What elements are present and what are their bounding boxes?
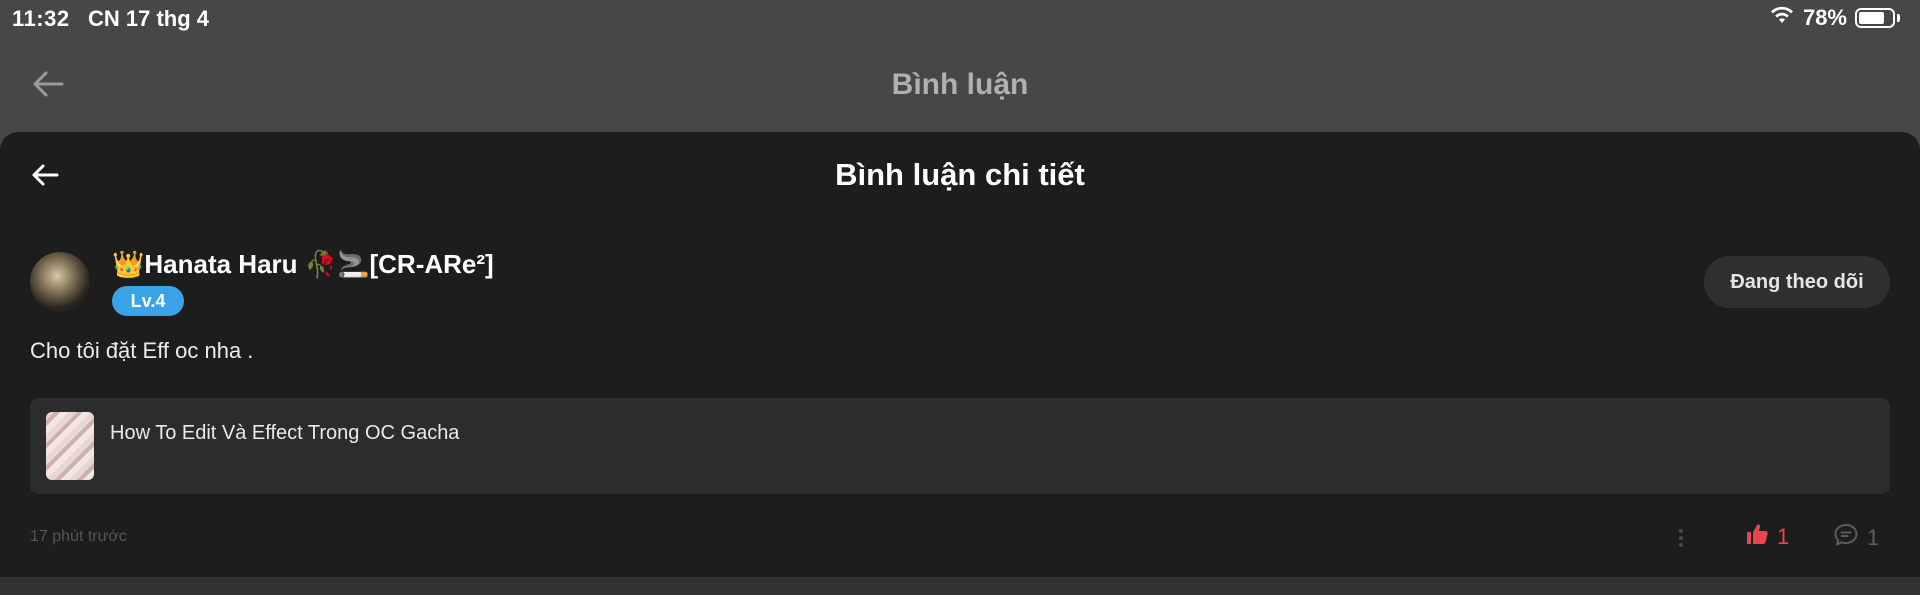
page-title: Bình luận	[891, 68, 1029, 101]
post-thumbnail	[46, 412, 94, 480]
level-badge: Lv.4	[112, 286, 184, 316]
screen: 11:32 CN 17 thg 4 78% Bình luận Bình luậ…	[0, 0, 1920, 595]
battery-icon	[1855, 8, 1895, 28]
timestamp: 17 phút trước	[30, 528, 127, 545]
comment-text: Cho tôi đặt Eff oc nha .	[30, 338, 254, 363]
battery-tip	[1897, 14, 1900, 22]
battery-percent: 78%	[1802, 5, 1847, 30]
author-name[interactable]: 👑Hanata Haru 🥀🚬[CR-ARe²]	[112, 249, 494, 280]
comment-icon	[1833, 522, 1859, 554]
comment-detail-sheet: Bình luận chi tiết 👑Hanata Haru 🥀🚬[CR-AR…	[0, 132, 1920, 577]
like-count: 1	[1777, 524, 1790, 549]
sheet-title: Bình luận chi tiết	[835, 157, 1085, 192]
like-button[interactable]: 1	[1745, 522, 1789, 552]
more-options-icon[interactable]	[1668, 520, 1694, 556]
wifi-icon	[1769, 5, 1795, 31]
thumbs-up-icon	[1745, 522, 1769, 552]
avatar[interactable]	[30, 252, 90, 312]
background-header: Bình luận	[0, 38, 1920, 132]
status-bar: 11:32 CN 17 thg 4 78%	[0, 0, 1920, 38]
battery-fill	[1859, 12, 1884, 24]
linked-post-title: How To Edit Và Effect Trong OC Gacha	[110, 422, 460, 444]
status-right: 78%	[1769, 5, 1900, 31]
reply-button[interactable]: 1	[1833, 522, 1879, 554]
follow-button[interactable]: Đang theo dõi	[1704, 256, 1890, 308]
status-time: 11:32	[12, 6, 70, 31]
linked-post-card[interactable]: How To Edit Và Effect Trong OC Gacha	[30, 398, 1890, 494]
status-date: CN 17 thg 4	[88, 6, 210, 31]
reply-count: 1	[1867, 525, 1880, 550]
sheet-bottom-edge	[0, 577, 1920, 595]
